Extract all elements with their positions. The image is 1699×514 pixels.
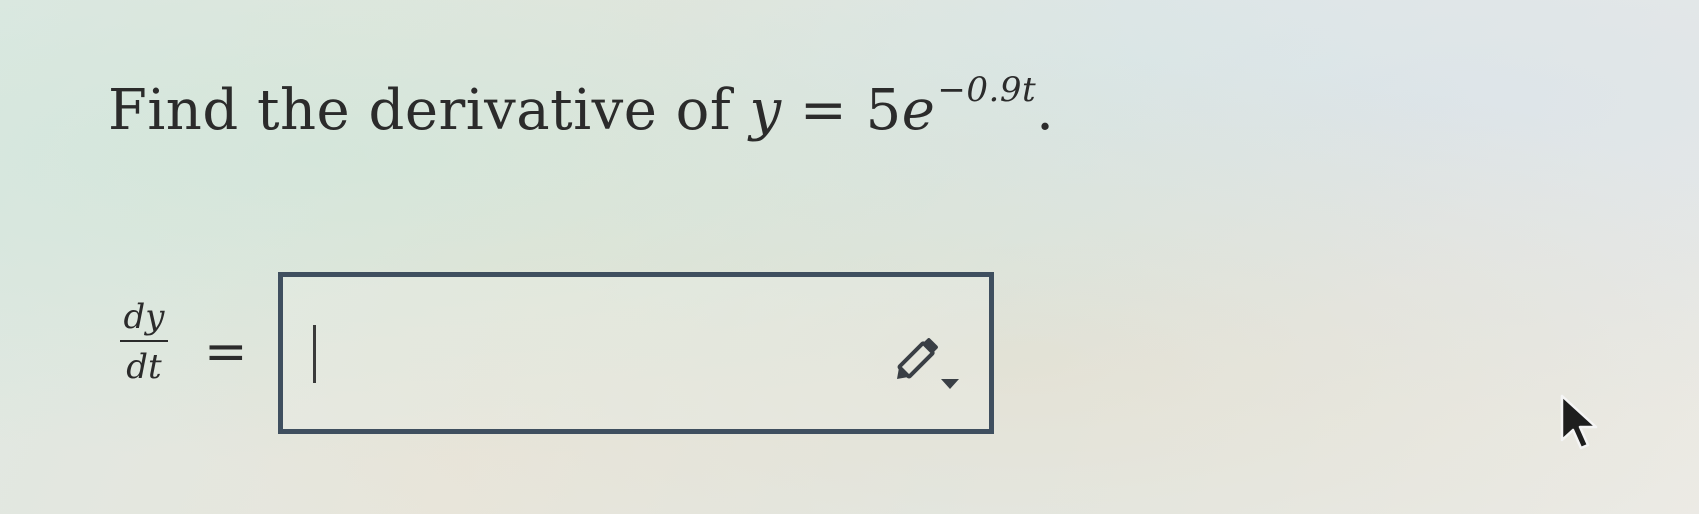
- equation-editor-button[interactable]: [891, 335, 963, 395]
- pencil-icon: [897, 338, 959, 389]
- text-caret: [313, 325, 316, 383]
- question-equals: =: [799, 78, 848, 143]
- function-variable: y: [749, 78, 782, 143]
- question-text: Find the derivative of y = 5e−0.9t.: [108, 70, 1055, 143]
- mouse-pointer-icon: [1560, 394, 1598, 450]
- fraction-denominator: dt: [126, 347, 162, 387]
- answer-equals: =: [204, 322, 248, 382]
- coefficient: 5: [865, 78, 902, 143]
- fraction-numerator: dy: [123, 297, 165, 337]
- answer-input[interactable]: [278, 272, 994, 434]
- exponent: −0.9t: [937, 70, 1037, 110]
- question-period: .: [1036, 78, 1055, 143]
- dropdown-caret-icon: [941, 379, 959, 389]
- question-prefix: Find the derivative of: [108, 78, 732, 143]
- exponential-base: e: [901, 78, 936, 143]
- derivative-fraction: dy dt: [118, 300, 170, 384]
